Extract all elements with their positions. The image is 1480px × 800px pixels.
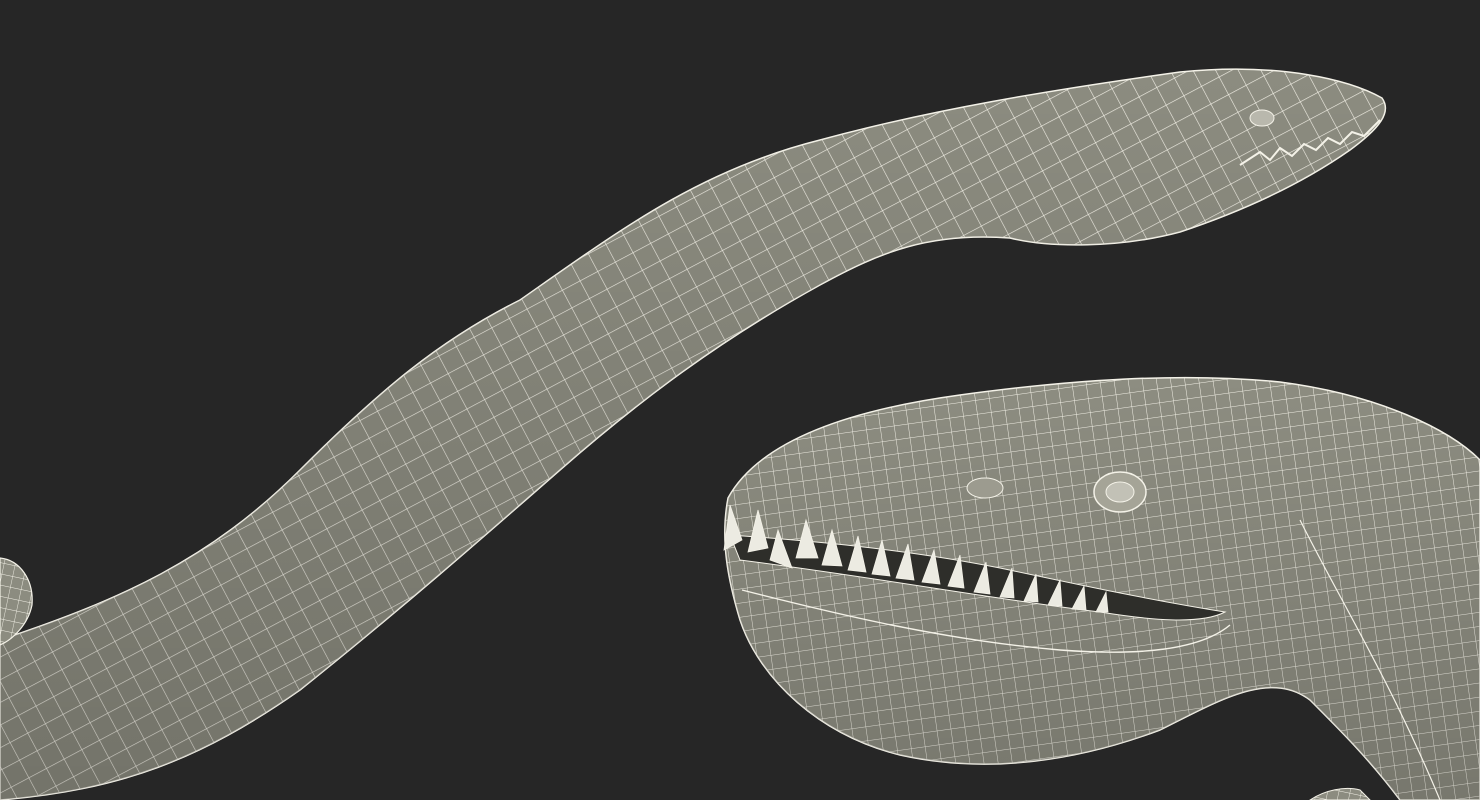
tail-fragment xyxy=(1309,787,1371,800)
nostril-icon xyxy=(966,477,1004,499)
eye-icon xyxy=(1093,471,1147,513)
wireframe-render xyxy=(0,68,1480,800)
render-viewport xyxy=(0,0,1480,800)
serpent-head-wireframe-closeup xyxy=(723,376,1480,800)
eye-icon xyxy=(1249,109,1275,127)
